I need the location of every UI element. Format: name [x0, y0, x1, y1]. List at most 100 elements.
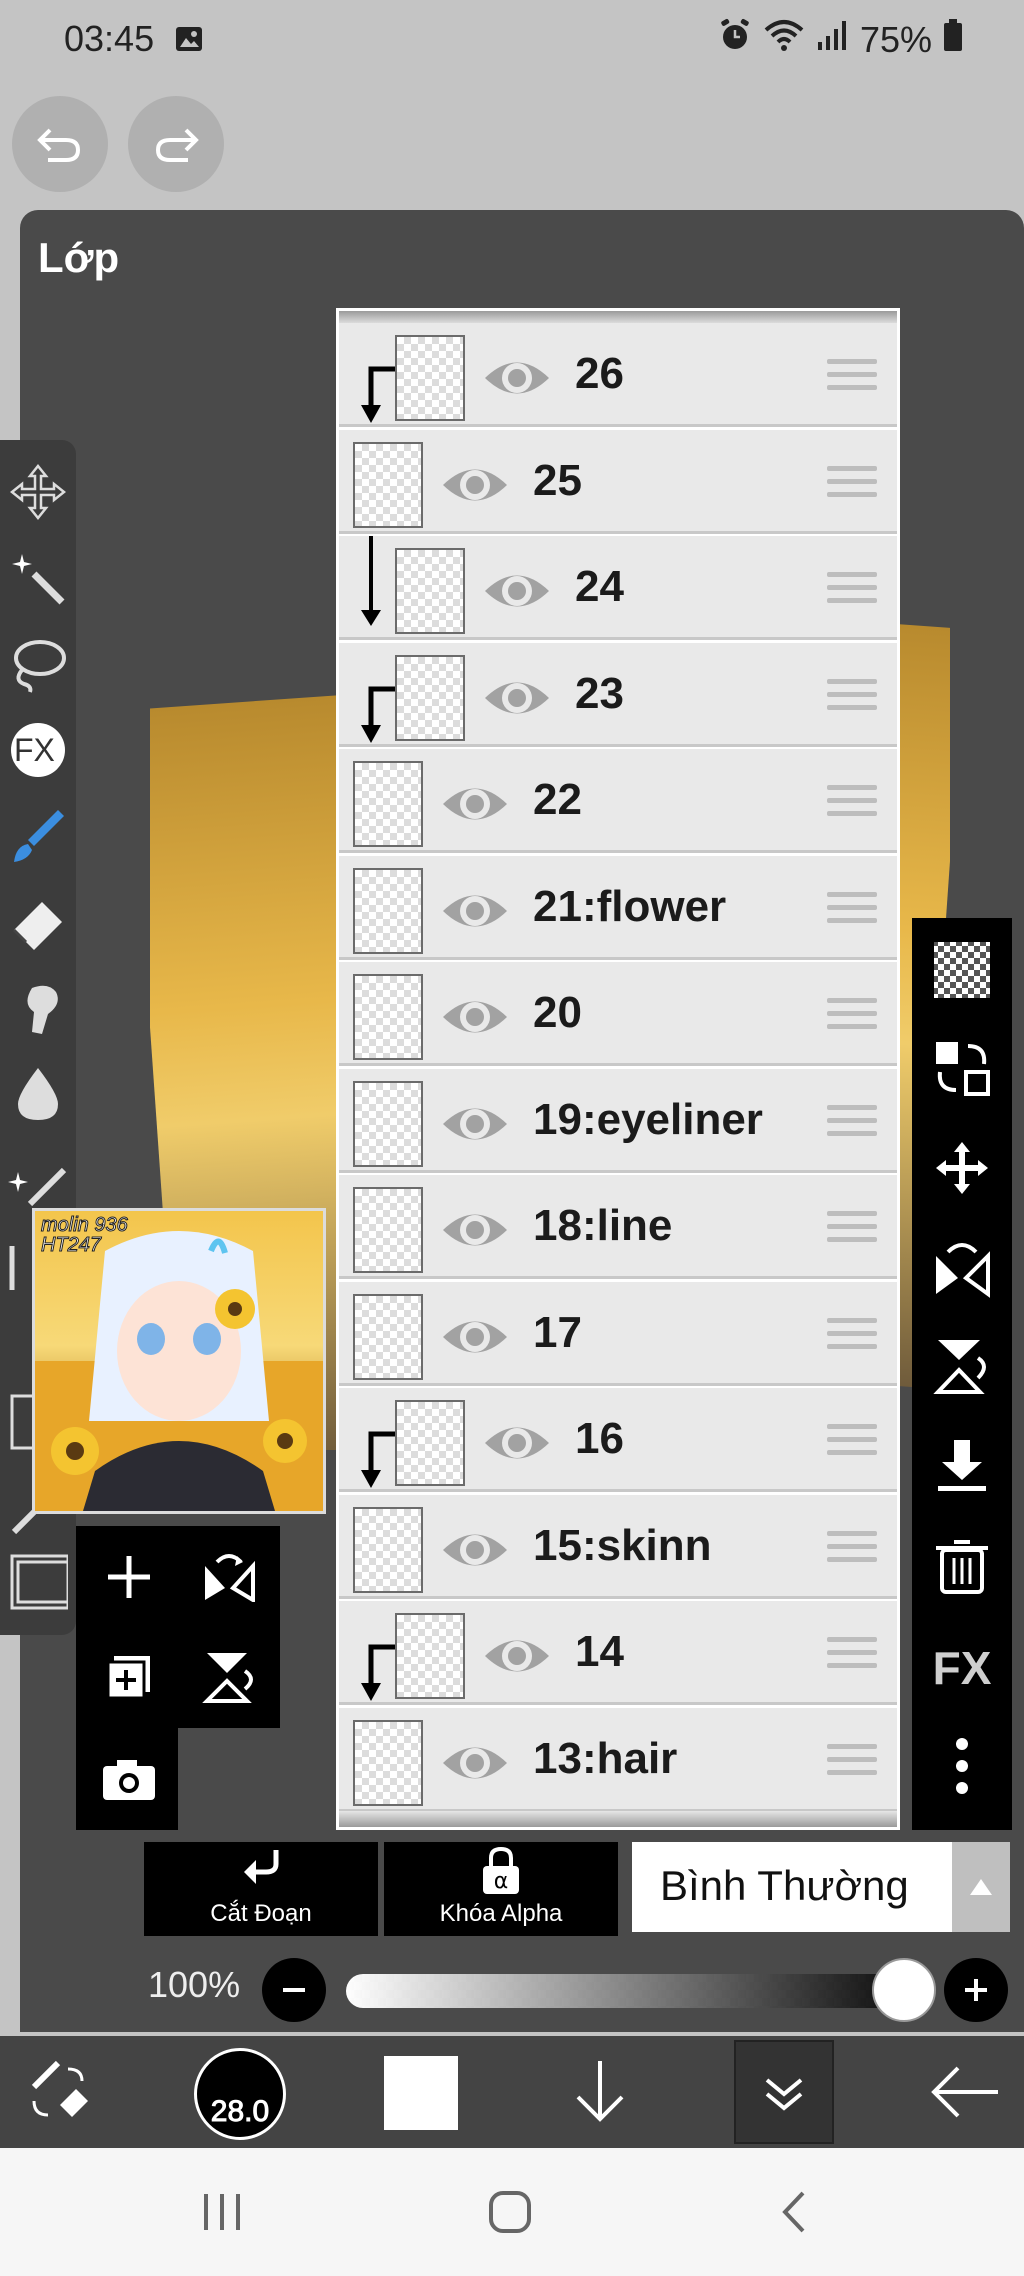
layer-thumbnail[interactable]	[353, 761, 423, 847]
opacity-slider[interactable]	[346, 1974, 906, 2008]
visibility-eye-icon[interactable]	[481, 355, 553, 406]
blur-tool[interactable]	[6, 1062, 70, 1126]
layer-thumbnail[interactable]	[353, 1506, 423, 1593]
layer-row[interactable]: 14	[339, 1601, 897, 1705]
flip-vertical-button[interactable]	[926, 1330, 998, 1402]
drag-handle-icon[interactable]	[827, 891, 877, 931]
redo-button[interactable]	[128, 96, 224, 192]
magic-wand-tool[interactable]	[6, 546, 70, 610]
layer-row[interactable]: 13:hair	[339, 1707, 897, 1812]
layer-row[interactable]: 17	[339, 1281, 897, 1386]
flip-horizontal-button[interactable]	[926, 1232, 998, 1304]
layer-thumbnail[interactable]	[395, 654, 465, 741]
recent-apps-button[interactable]	[182, 2180, 262, 2244]
move-tool[interactable]	[6, 460, 70, 524]
lasso-tool[interactable]	[6, 632, 70, 696]
alpha-lock-button[interactable]: α Khóa Alpha	[384, 1842, 618, 1936]
layer-row[interactable]: 23	[339, 642, 897, 747]
camera-import-button[interactable]	[84, 1734, 174, 1824]
visibility-eye-icon[interactable]	[439, 994, 511, 1045]
layer-list[interactable]: 26 25 24 23 22 21:flower 20 19:eyeliner 18:line 1…	[336, 308, 900, 1830]
move-layer-button[interactable]	[926, 1132, 998, 1204]
opacity-decrease-button[interactable]	[262, 1958, 326, 2022]
visibility-eye-icon[interactable]	[439, 1527, 511, 1578]
undo-button[interactable]	[12, 96, 108, 192]
layer-row[interactable]: 15:skinn	[339, 1494, 897, 1599]
drag-handle-icon[interactable]	[827, 1637, 877, 1676]
drag-handle-icon[interactable]	[827, 998, 877, 1037]
more-options-button[interactable]	[926, 1730, 998, 1802]
layer-thumbnail[interactable]	[353, 1187, 423, 1273]
drag-handle-icon[interactable]	[827, 1743, 877, 1783]
duplicate-layer-button[interactable]	[84, 1632, 174, 1722]
flip-layer-horizontal-button[interactable]	[184, 1532, 274, 1622]
drag-handle-icon[interactable]	[827, 785, 877, 824]
eraser-tool[interactable]	[6, 890, 70, 954]
home-button[interactable]	[470, 2180, 550, 2244]
visibility-eye-icon[interactable]	[481, 1633, 553, 1684]
layer-thumbnail[interactable]	[395, 548, 465, 634]
layer-row[interactable]: 24	[339, 536, 897, 640]
canvas-thumbnail[interactable]: molin 936 HT247	[32, 1208, 326, 1514]
layer-thumbnail[interactable]	[353, 974, 423, 1060]
add-layer-button[interactable]	[84, 1532, 174, 1622]
blend-mode-dropdown-button[interactable]	[952, 1842, 1010, 1932]
layer-row[interactable]: 26	[339, 323, 897, 427]
layer-thumbnail[interactable]	[353, 867, 423, 954]
layer-row[interactable]: 21:flower	[339, 855, 897, 960]
layer-row[interactable]: 25	[339, 429, 897, 534]
opacity-increase-button[interactable]	[944, 1958, 1008, 2022]
drag-handle-icon[interactable]	[827, 678, 877, 718]
visibility-eye-icon[interactable]	[481, 1420, 553, 1471]
flip-layer-vertical-button[interactable]	[184, 1632, 274, 1722]
visibility-eye-icon[interactable]	[439, 1314, 511, 1365]
color-swatch[interactable]	[384, 2056, 458, 2130]
visibility-eye-icon[interactable]	[439, 781, 511, 832]
merge-down-button[interactable]	[926, 1430, 998, 1502]
layer-row[interactable]: 18:line	[339, 1175, 897, 1279]
transparent-layer-button[interactable]	[926, 934, 998, 1006]
visibility-eye-icon[interactable]	[481, 568, 553, 619]
visibility-eye-icon[interactable]	[439, 1207, 511, 1258]
system-back-button[interactable]	[754, 2180, 834, 2244]
brush-size-button[interactable]: 28.0	[194, 2048, 286, 2140]
drag-handle-icon[interactable]	[827, 1530, 877, 1570]
layer-thumbnail[interactable]	[353, 1719, 423, 1806]
visibility-eye-icon[interactable]	[439, 1101, 511, 1152]
sparkle-brush-tool[interactable]	[6, 1148, 70, 1212]
drag-handle-icon[interactable]	[827, 1317, 877, 1357]
smudge-tool[interactable]	[6, 976, 70, 1040]
layer-row[interactable]: 22	[339, 749, 897, 853]
download-button[interactable]	[560, 2036, 640, 2148]
layer-thumbnail[interactable]	[353, 1080, 423, 1167]
drag-handle-icon[interactable]	[827, 572, 877, 611]
visibility-eye-icon[interactable]	[439, 462, 511, 513]
layer-row[interactable]: 19:eyeliner	[339, 1068, 897, 1173]
swap-layer-button[interactable]	[926, 1032, 998, 1104]
layer-thumbnail[interactable]	[353, 441, 423, 528]
visibility-eye-icon[interactable]	[481, 675, 553, 726]
tool-switch-button[interactable]	[14, 2036, 104, 2148]
layer-fx-button[interactable]: FX	[926, 1632, 998, 1704]
layer-thumbnail[interactable]	[395, 335, 465, 421]
drag-handle-icon[interactable]	[827, 1424, 877, 1463]
visibility-eye-icon[interactable]	[439, 1740, 511, 1791]
layer-thumbnail[interactable]	[353, 1293, 423, 1380]
visibility-eye-icon[interactable]	[439, 888, 511, 939]
drag-handle-icon[interactable]	[827, 1211, 877, 1250]
canvas-tool[interactable]	[6, 1550, 70, 1614]
drag-handle-icon[interactable]	[827, 1104, 877, 1144]
clipping-button[interactable]: Cắt Đoạn	[144, 1842, 378, 1936]
drag-handle-icon[interactable]	[827, 465, 877, 505]
layer-row[interactable]: 20	[339, 962, 897, 1066]
layer-thumbnail[interactable]	[395, 1613, 465, 1699]
fx-tool[interactable]: FX	[6, 718, 70, 782]
layer-thumbnail[interactable]	[395, 1400, 465, 1486]
layer-row[interactable]: 16	[339, 1388, 897, 1492]
brush-tool[interactable]	[6, 804, 70, 868]
delete-layer-button[interactable]	[926, 1530, 998, 1602]
back-button[interactable]	[920, 2036, 1010, 2148]
drag-handle-icon[interactable]	[827, 359, 877, 398]
opacity-slider-thumb[interactable]	[872, 1958, 936, 2022]
blend-mode-select[interactable]: Bình Thường	[632, 1842, 952, 1932]
